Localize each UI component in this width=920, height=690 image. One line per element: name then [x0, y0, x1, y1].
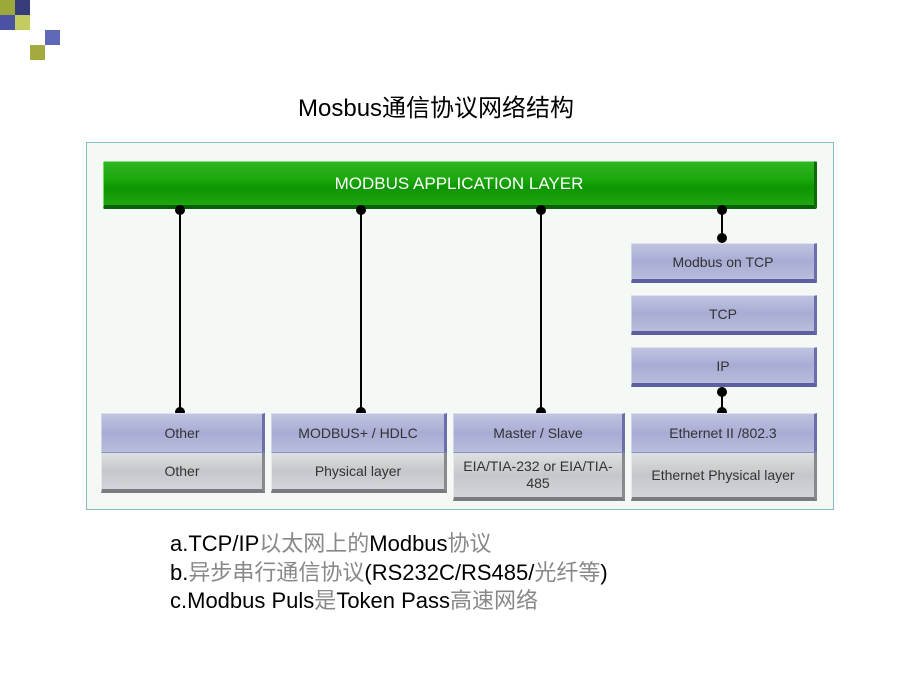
connector-line: [179, 211, 181, 413]
modbus-on-tcp-box: Modbus on TCP: [631, 243, 817, 283]
col1-protocol: Other: [101, 413, 265, 453]
connector-line: [540, 211, 542, 413]
note-a: a.TCP/IP以太网上的Modbus协议: [170, 530, 608, 559]
note-b: b.异步串行通信协议(RS232C/RS485/光纤等): [170, 559, 608, 588]
note-c: c.Modbus Puls是Token Pass高速网络: [170, 587, 608, 616]
col3-protocol: Master / Slave: [453, 413, 625, 453]
connector-line: [360, 211, 362, 413]
connector-dot: [717, 233, 727, 243]
network-diagram: MODBUS APPLICATION LAYER Modbus on TCP T…: [86, 142, 834, 510]
col4-physical: Ethernet Physical layer: [631, 453, 817, 501]
tcp-box: TCP: [631, 295, 817, 335]
col3-physical: EIA/TIA-232 or EIA/TIA-485: [453, 453, 625, 501]
ip-box: IP: [631, 347, 817, 387]
col2-protocol: MODBUS+ / HDLC: [271, 413, 447, 453]
diagram-title: Mosbus通信协议网络结构: [298, 88, 574, 123]
col4-protocol: Ethernet II /802.3: [631, 413, 817, 453]
col2-physical: Physical layer: [271, 453, 447, 493]
application-layer-box: MODBUS APPLICATION LAYER: [103, 161, 817, 209]
footnotes: a.TCP/IP以太网上的Modbus协议 b.异步串行通信协议(RS232C/…: [170, 530, 608, 616]
decorative-squares: [0, 0, 60, 60]
slide-root: Mosbus通信协议网络结构 MODBUS APPLICATION LAYER …: [0, 0, 920, 690]
col1-physical: Other: [101, 453, 265, 493]
